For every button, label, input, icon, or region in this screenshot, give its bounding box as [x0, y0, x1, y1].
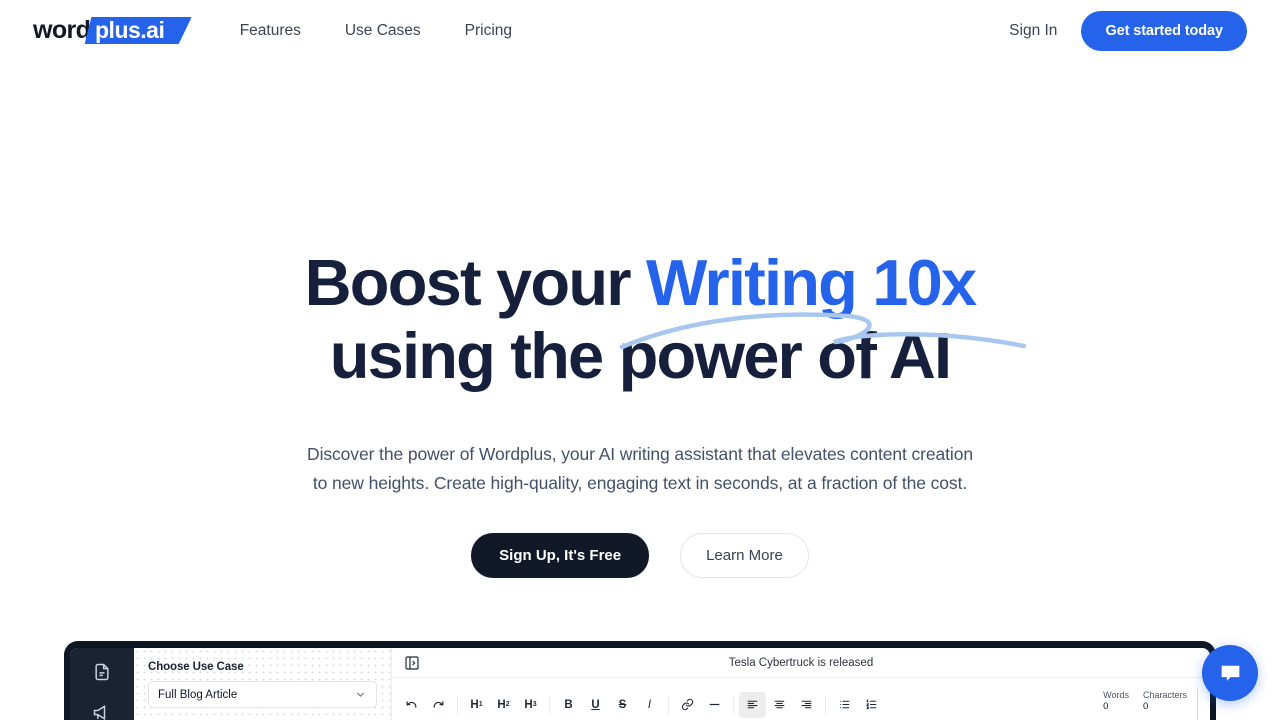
editor-toolbar: H1 H2 H3 B U S I Words 0 Characters 0	[392, 678, 1210, 720]
align-center-button[interactable]	[766, 692, 793, 718]
bullet-list-icon	[839, 700, 850, 709]
chat-bubble-icon	[1221, 665, 1239, 681]
horizontal-rule-button[interactable]	[701, 692, 728, 718]
headline-line2: using the power of AI	[329, 319, 952, 392]
chevron-down-icon	[356, 692, 365, 697]
heading-1-button[interactable]: H1	[463, 692, 490, 718]
nav-link-use-cases[interactable]: Use Cases	[339, 18, 427, 44]
nav-link-pricing[interactable]: Pricing	[459, 18, 518, 44]
align-center-icon	[774, 700, 785, 709]
nav-link-features[interactable]: Features	[234, 18, 307, 44]
link-button[interactable]	[674, 692, 701, 718]
h1-label: H	[470, 698, 479, 711]
toolbar-divider	[825, 695, 826, 714]
link-icon	[681, 698, 694, 711]
align-left-button[interactable]	[739, 691, 766, 718]
characters-value: 0	[1142, 700, 1149, 712]
choose-use-case-label: Choose Use Case	[148, 661, 244, 673]
document-icon[interactable]	[92, 662, 112, 682]
undo-icon	[406, 701, 417, 708]
chat-support-button[interactable]	[1202, 645, 1258, 701]
page-title: Boost your Writing 10x using the power o…	[0, 122, 1280, 392]
app-sidebar	[70, 648, 134, 720]
use-case-select[interactable]: Full Blog Article	[148, 681, 377, 708]
panel-collapse-icon[interactable]	[404, 655, 420, 671]
logo-word-text: word	[33, 16, 91, 44]
numbered-list-icon	[866, 699, 877, 710]
heading-2-button[interactable]: H2	[490, 692, 517, 718]
toolbar-divider	[733, 695, 734, 714]
document-title: Tesla Cybertruck is released	[728, 656, 874, 669]
words-value: 0	[1103, 700, 1109, 712]
character-counter: Characters 0	[1143, 689, 1187, 713]
toolbar-divider	[457, 695, 458, 714]
logo[interactable]: word plus.ai	[33, 14, 180, 48]
heading-3-button[interactable]: H3	[517, 692, 544, 718]
navbar: word plus.ai Features Use Cases Pricing …	[0, 0, 1280, 122]
h3-sub: 3	[532, 701, 537, 708]
undo-button[interactable]	[398, 692, 425, 718]
bullet-list-button[interactable]	[831, 692, 858, 718]
h2-sub: 2	[505, 701, 510, 708]
headline-line1-plain: Boost your	[304, 246, 646, 319]
h2-label: H	[497, 698, 506, 711]
characters-label: Characters	[1142, 689, 1187, 700]
editor-header: Tesla Cybertruck is released	[392, 648, 1210, 678]
h3-label: H	[524, 698, 533, 711]
italic-button[interactable]: I	[636, 692, 663, 718]
redo-button[interactable]	[425, 692, 452, 718]
h1-sub: 1	[478, 701, 483, 708]
logo-badge-text: plus.ai	[95, 17, 165, 43]
numbered-list-button[interactable]	[858, 692, 885, 718]
use-case-panel: Choose Use Case Full Blog Article	[134, 648, 392, 720]
strikethrough-button[interactable]: S	[609, 692, 636, 718]
nav-links: Features Use Cases Pricing	[234, 18, 518, 44]
get-started-button[interactable]: Get started today	[1081, 10, 1247, 51]
bold-button[interactable]: B	[555, 692, 582, 718]
align-right-button[interactable]	[793, 692, 820, 718]
app-preview-window: Choose Use Case Full Blog Article Tesla …	[64, 641, 1216, 720]
megaphone-icon[interactable]	[92, 703, 112, 720]
word-counter: Words 0	[1103, 689, 1129, 713]
headline-accent: Writing 10x	[645, 246, 977, 319]
page-root: word plus.ai Features Use Cases Pricing …	[0, 0, 1280, 720]
redo-icon	[433, 701, 444, 708]
sign-up-button[interactable]: Sign Up, It's Free	[471, 533, 650, 578]
logo-badge: plus.ai	[84, 17, 180, 44]
app-inner: Choose Use Case Full Blog Article Tesla …	[70, 648, 1210, 720]
hero-subtext: Discover the power of Wordplus, your AI …	[307, 444, 973, 493]
underline-button[interactable]: U	[582, 692, 609, 718]
align-right-icon	[801, 700, 812, 709]
editor-main: Tesla Cybertruck is released H1 H 2 H 3 …	[392, 648, 1210, 720]
horizontal-rule-icon	[709, 703, 720, 706]
editor-counters: Words 0 Characters 0	[1103, 687, 1198, 720]
toolbar-divider	[668, 695, 669, 714]
hero-section: Boost your Writing 10x using the power o…	[0, 122, 1280, 578]
use-case-select-value: Full Blog Article	[158, 688, 238, 701]
sign-in-link[interactable]: Sign In	[1003, 18, 1063, 44]
words-label: Words	[1103, 689, 1129, 700]
nav-right: Sign In Get started today	[1003, 10, 1247, 51]
hero-buttons: Sign Up, It's Free Learn More	[0, 533, 1280, 578]
learn-more-button[interactable]: Learn More	[680, 533, 809, 578]
align-left-icon	[747, 700, 758, 709]
toolbar-divider	[549, 695, 550, 714]
